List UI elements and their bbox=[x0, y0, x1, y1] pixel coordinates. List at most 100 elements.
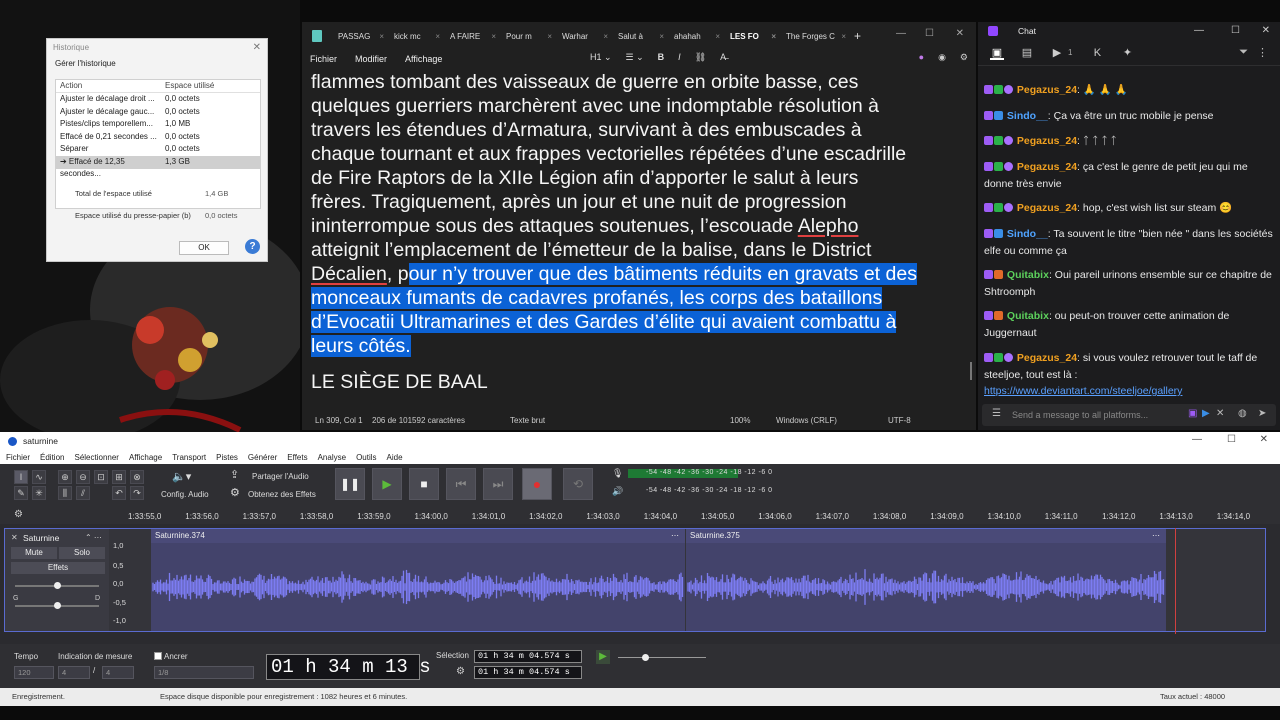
chat-username[interactable]: Sindo__ bbox=[1007, 228, 1048, 240]
menu-icon[interactable]: ☰ bbox=[992, 408, 1001, 419]
config-audio-button[interactable]: Config. Audio bbox=[161, 490, 209, 499]
draw-tool-icon[interactable]: ✎ bbox=[14, 486, 28, 500]
link-icon[interactable]: ⛓ bbox=[695, 52, 706, 63]
pan-slider-thumb[interactable] bbox=[54, 602, 61, 609]
chat-link[interactable]: https://www.deviantart.com/steeljoe/gall… bbox=[984, 385, 1182, 397]
close-icon[interactable]: ✕ bbox=[11, 533, 18, 542]
clip-header[interactable]: Saturnine.374 ⋯ bbox=[151, 529, 685, 543]
speaker-icon[interactable]: 🔈▾ bbox=[172, 470, 191, 483]
maximize-icon[interactable]: ☐ bbox=[1231, 25, 1240, 36]
more-icon[interactable]: ⋮ bbox=[1257, 46, 1268, 59]
heading-dropdown[interactable]: H1 ⌄ bbox=[590, 52, 612, 63]
clear-format-icon[interactable]: A̶ bbox=[720, 52, 726, 63]
speaker-icon[interactable]: 🔊 bbox=[612, 486, 623, 497]
tab-0[interactable]: PASSAG bbox=[334, 32, 390, 41]
undo-icon[interactable]: ↶ bbox=[112, 486, 126, 500]
menu-fichier[interactable]: Fichier bbox=[310, 54, 337, 64]
line-ending[interactable]: Windows (CRLF) bbox=[776, 416, 837, 425]
trim-icon[interactable]: ⫼ bbox=[58, 486, 72, 500]
menu-outils[interactable]: Outils bbox=[356, 453, 376, 462]
timeline-ruler[interactable]: ⚙ 1:33:55,0 1:33:56,0 1:33:57,0 1:33:58,0 1:… bbox=[0, 504, 1280, 524]
scrollbar[interactable] bbox=[970, 362, 972, 380]
copilot-icon[interactable]: ● bbox=[919, 52, 924, 63]
envelope-tool-icon[interactable]: ∿ bbox=[32, 470, 46, 484]
menu-affichage[interactable]: Affichage bbox=[129, 453, 162, 462]
minimize-icon[interactable]: — bbox=[1194, 25, 1204, 36]
chat-username[interactable]: Pegazus_24 bbox=[1017, 135, 1077, 147]
time-signature-numerator[interactable]: 4 bbox=[58, 666, 90, 679]
chat-username[interactable]: Quitabix bbox=[1007, 269, 1049, 281]
effects-icon[interactable]: ⚙ bbox=[230, 486, 240, 499]
tab-7-active[interactable]: LES FO bbox=[726, 32, 782, 41]
maximize-icon[interactable]: ☐ bbox=[925, 28, 934, 39]
text-editor[interactable]: flammes tombant des vaisseaux de guerre … bbox=[311, 70, 971, 394]
minimize-icon[interactable]: — bbox=[1192, 434, 1202, 445]
close-icon[interactable]: ✕ bbox=[1260, 434, 1268, 445]
multi-tool-icon[interactable]: ✳ bbox=[32, 486, 46, 500]
tab-2[interactable]: A FAIRE bbox=[446, 32, 502, 41]
list-dropdown[interactable]: ☰ ⌄ bbox=[626, 52, 644, 63]
tab-6[interactable]: ahahah bbox=[670, 32, 726, 41]
gain-slider-thumb[interactable] bbox=[54, 582, 61, 589]
new-tab-icon[interactable]: + bbox=[854, 29, 861, 43]
menu-edition[interactable]: Édition bbox=[40, 453, 64, 462]
effects-button[interactable]: Effets bbox=[11, 562, 105, 574]
chat-username[interactable]: Pegazus_24 bbox=[1017, 84, 1077, 96]
globe-icon[interactable]: ◍ bbox=[1238, 408, 1247, 419]
share-audio-button[interactable]: Partager l'Audio bbox=[252, 472, 309, 481]
redo-icon[interactable]: ↷ bbox=[130, 486, 144, 500]
collapse-icon[interactable]: ⌃ ⋯ bbox=[85, 533, 102, 542]
close-icon[interactable]: ✕ bbox=[1216, 408, 1224, 419]
play-button[interactable]: ▶ bbox=[372, 468, 402, 500]
more-icon[interactable]: ⋯ bbox=[1152, 529, 1160, 543]
table-row[interactable]: Ajuster le décalage gauc... 0,0 octets bbox=[56, 106, 260, 119]
selection-end-field[interactable]: 01 h 34 m 04.574 s bbox=[474, 666, 582, 679]
pause-button[interactable]: ❚❚ bbox=[335, 468, 365, 500]
table-row[interactable]: Pistes/clips temporellem... 1,0 MB bbox=[56, 118, 260, 131]
minimize-icon[interactable]: — bbox=[896, 28, 906, 39]
send-icon[interactable]: ➤ bbox=[1258, 408, 1266, 419]
youtube-icon[interactable]: ▶ bbox=[1202, 408, 1210, 419]
time-display[interactable]: 01 h 34 m 13 s bbox=[266, 654, 431, 680]
clip-header[interactable]: Saturnine.375 ⋯ bbox=[686, 529, 1166, 543]
menu-effets[interactable]: Effets bbox=[287, 453, 307, 462]
menu-modifier[interactable]: Modifier bbox=[355, 54, 387, 64]
skip-start-button[interactable]: ⏮ bbox=[446, 468, 476, 500]
get-effects-button[interactable]: Obtenez des Effets bbox=[248, 490, 316, 499]
account-icon[interactable]: ◉ bbox=[938, 52, 946, 63]
table-row[interactable]: Séparer 0,0 octets bbox=[56, 143, 260, 156]
fit-project-icon[interactable]: ⊞ bbox=[112, 470, 126, 484]
youtube-icon[interactable]: ▶ bbox=[1050, 46, 1064, 60]
sparkle-icon[interactable]: ✦ bbox=[1120, 46, 1134, 60]
menu-aide[interactable]: Aide bbox=[387, 453, 403, 462]
table-row[interactable]: Ajuster le décalage droit ... 0,0 octets bbox=[56, 93, 260, 106]
tab-1[interactable]: kick mc bbox=[390, 32, 446, 41]
close-icon[interactable]: ✕ bbox=[1262, 25, 1270, 36]
audio-clip[interactable]: Saturnine.374 ⋯ bbox=[151, 529, 685, 631]
tab-8[interactable]: The Forges C bbox=[782, 32, 852, 41]
zoom-in-icon[interactable]: ⊕ bbox=[58, 470, 72, 484]
audio-track[interactable]: ✕ Saturnine ⌃ ⋯ Mute Solo Effets G D 1,0… bbox=[4, 528, 1266, 632]
bold-button[interactable]: B bbox=[658, 52, 665, 63]
menu-affichage[interactable]: Affichage bbox=[405, 54, 442, 64]
close-icon[interactable]: ✕ bbox=[956, 28, 964, 39]
gear-icon[interactable]: ⚙ bbox=[960, 52, 968, 63]
zoom-level[interactable]: 100% bbox=[730, 416, 750, 425]
chat-username[interactable]: Pegazus_24 bbox=[1017, 352, 1077, 364]
chat-username[interactable]: Quitabix bbox=[1007, 310, 1049, 322]
maximize-icon[interactable]: ☐ bbox=[1227, 434, 1236, 445]
play-at-speed-button[interactable]: ▶ bbox=[596, 650, 610, 664]
mute-button[interactable]: Mute bbox=[11, 547, 57, 559]
menu-transport[interactable]: Transport bbox=[172, 453, 206, 462]
snap-dropdown[interactable]: 1/8 bbox=[154, 666, 254, 679]
anchor-checkbox[interactable] bbox=[154, 652, 162, 660]
twitch-icon[interactable]: ▣ bbox=[1188, 408, 1197, 419]
chat-icon[interactable]: ▣ bbox=[990, 46, 1004, 60]
encoding[interactable]: UTF-8 bbox=[888, 416, 911, 425]
share-icon[interactable]: ⇪ bbox=[230, 468, 239, 481]
gear-icon[interactable]: ⚙ bbox=[456, 666, 465, 677]
table-row[interactable]: Effacé de 0,21 secondes ... 0,0 octets bbox=[56, 131, 260, 144]
silence-icon[interactable]: ⫽ bbox=[76, 486, 90, 500]
close-icon[interactable]: ✕ bbox=[253, 42, 261, 53]
solo-button[interactable]: Solo bbox=[59, 547, 105, 559]
